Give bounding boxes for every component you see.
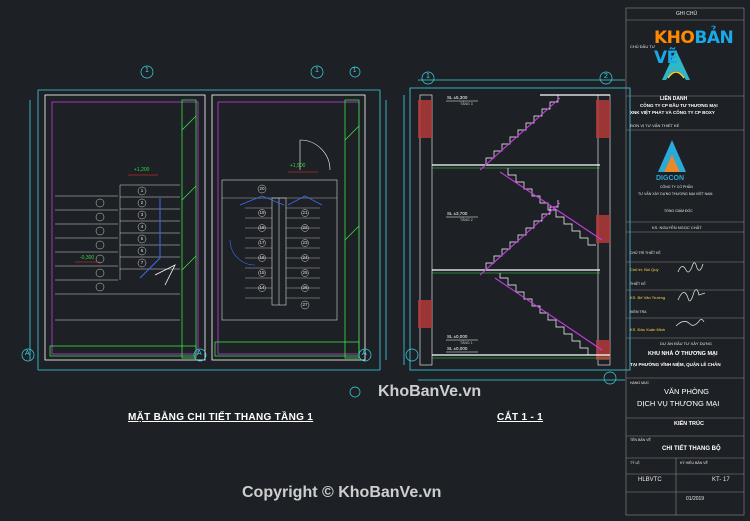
plan-view <box>21 65 387 398</box>
plan-right-a-step-16: 16 <box>259 255 265 260</box>
plan-right-b-step-26: 26 <box>302 285 308 290</box>
cad-drawing <box>21 7 745 516</box>
axis-label-1-right: 1 <box>353 68 357 74</box>
tb-role-1: CHỦ TRÌ THIẾT KẾ <box>630 251 661 255</box>
signatures <box>675 262 706 327</box>
section-level-2: SL ±3,700 <box>447 211 468 216</box>
tb-sheet-label: KÝ HIỆU BẢN VẼ <box>680 461 708 465</box>
plan-left-step-6: 6 <box>140 248 144 253</box>
plan-right-a-step-18: 18 <box>259 225 265 230</box>
plan-left-step-4: 4 <box>140 224 144 229</box>
tb-role-1-name: Chủ trì: Bùi Quý <box>630 267 659 272</box>
plan-right-b-step-22: 22 <box>302 225 308 230</box>
tb-client-name-1: LIÊN DANH <box>660 96 688 102</box>
khobanve-logo: KHOBẢN VẼ <box>654 28 742 68</box>
plan-right-b-step-21: 21 <box>302 210 308 215</box>
digcon-logo-mark <box>658 140 686 172</box>
plan-level-3: -0,300 <box>80 255 95 261</box>
footer-watermark: Copyright © KhoBanVe.vn <box>242 484 442 501</box>
tb-item-name-2: DỊCH VỤ THƯƠNG MẠI <box>637 399 720 408</box>
section-level-3: SL ±0,000 <box>447 334 468 339</box>
axis-label-a-mid: A <box>197 350 202 357</box>
plan-left-step-2: 2 <box>140 200 144 205</box>
axis-label-a-left: A <box>25 350 30 357</box>
tb-sheet-no: KT- 17 <box>712 477 730 483</box>
tb-consultant-line-1: CÔNG TY CỔ PHẦN <box>660 185 693 189</box>
plan-right-a-step-20: 20 <box>259 186 265 191</box>
axis-label-sec-2: 2 <box>604 73 608 80</box>
section-view <box>403 71 631 385</box>
tb-drawing-label: TÊN BẢN VẼ <box>630 438 651 442</box>
section-level-1-sub: TẦNG 3 <box>460 102 473 106</box>
tb-director: KS. NGUYỄN NGỌC CHẤT <box>652 225 702 230</box>
tb-header: GHI CHÚ <box>676 11 698 17</box>
plan-left-step-1: 1 <box>140 188 144 193</box>
tb-consultant-line-2: TƯ VẤN XÂY DỰNG THƯƠNG MẠI VIỆT NAM <box>638 192 713 196</box>
tb-project-label: DỰ ÁN ĐẦU TƯ XÂY DỰNG <box>660 341 712 346</box>
plan-level-1: +1,200 <box>134 167 150 173</box>
section-level-3-sub: TẦNG 1 <box>460 341 473 345</box>
tb-client-name-2: CÔNG TY CP ĐẦU TƯ THƯƠNG MẠI <box>640 103 718 108</box>
axis-label-1-mid: 1 <box>315 67 319 74</box>
plan-right-b-step-23: 23 <box>302 240 308 245</box>
center-watermark: KhoBanVe.vn <box>378 383 482 400</box>
tb-phase: HLBVTC <box>638 477 662 483</box>
section-level-2-sub: TẦNG 2 <box>460 218 473 222</box>
plan-right-b-step-25: 25 <box>302 270 308 275</box>
tb-drawing-name: CHI TIẾT THANG BỘ <box>662 446 721 452</box>
tb-consultant-label: ĐƠN VỊ TƯ VẤN THIẾT KẾ <box>630 123 680 128</box>
tb-role-3: KIỂM TRA <box>630 310 647 314</box>
axis-label-1-left: 1 <box>145 67 149 74</box>
tb-role-2: THIẾT KẾ <box>630 282 646 286</box>
cad-canvas[interactable]: 1 1 1 A A A 1 2 +1,200 +1,500 -0,300 SL … <box>0 0 750 521</box>
logo-text-1: KHO <box>654 28 695 48</box>
tb-consultant-brand: DIGCON <box>656 175 684 182</box>
tb-role-2-name: KS. Bế Văn Trường <box>630 295 666 300</box>
axis-label-a-right: A <box>362 350 367 357</box>
section-level-4: SL ±0,000 <box>447 346 468 351</box>
tb-stage: KIẾN TRÚC <box>674 421 704 427</box>
tb-date: 01/2019 <box>686 496 705 502</box>
plan-right-a-step-15: 15 <box>259 270 265 275</box>
tb-item-label: HẠNG MỤC <box>630 381 650 385</box>
section-level-1: SL ±5,300 <box>447 95 468 100</box>
plan-left-step-5: 5 <box>140 236 144 241</box>
plan-right-a-step-17: 17 <box>259 240 265 245</box>
tb-project-name-1: KHU NHÀ Ở THƯƠNG MẠI <box>648 351 718 357</box>
plan-right-b-step-27: 27 <box>302 302 308 307</box>
plan-left-step-7: 7 <box>140 260 144 265</box>
plan-left-step-3: 3 <box>140 212 144 217</box>
plan-right-a-step-19: 19 <box>259 210 265 215</box>
tb-role-3-name: KS. Đào Xuân Minh <box>630 327 666 332</box>
tb-client-label: CHỦ ĐẦU TƯ <box>630 44 656 49</box>
tb-client-name-3: XNK VIỆT PHÁT VÀ CÔNG TY CP BOXY <box>630 110 715 115</box>
tb-item-name-1: VĂN PHÒNG <box>664 387 710 396</box>
tb-project-name-2: TẠI PHƯỜNG VĨNH NIỆM, QUẬN LÊ CHÂN <box>630 362 721 367</box>
plan-level-2: +1,500 <box>290 163 306 169</box>
axis-label-sec-1: 1 <box>426 73 430 80</box>
plan-right-a-step-14: 14 <box>259 285 265 290</box>
plan-right-b-step-24: 24 <box>302 255 308 260</box>
tb-consultant-line-3: TỔNG GIÁM ĐỐC <box>664 209 693 213</box>
section-title: CẮT 1 - 1 <box>497 412 544 423</box>
tb-scale-label: TỶ LỆ <box>630 461 640 465</box>
plan-title: MẶT BẰNG CHI TIẾT THANG TẦNG 1 <box>128 412 314 423</box>
